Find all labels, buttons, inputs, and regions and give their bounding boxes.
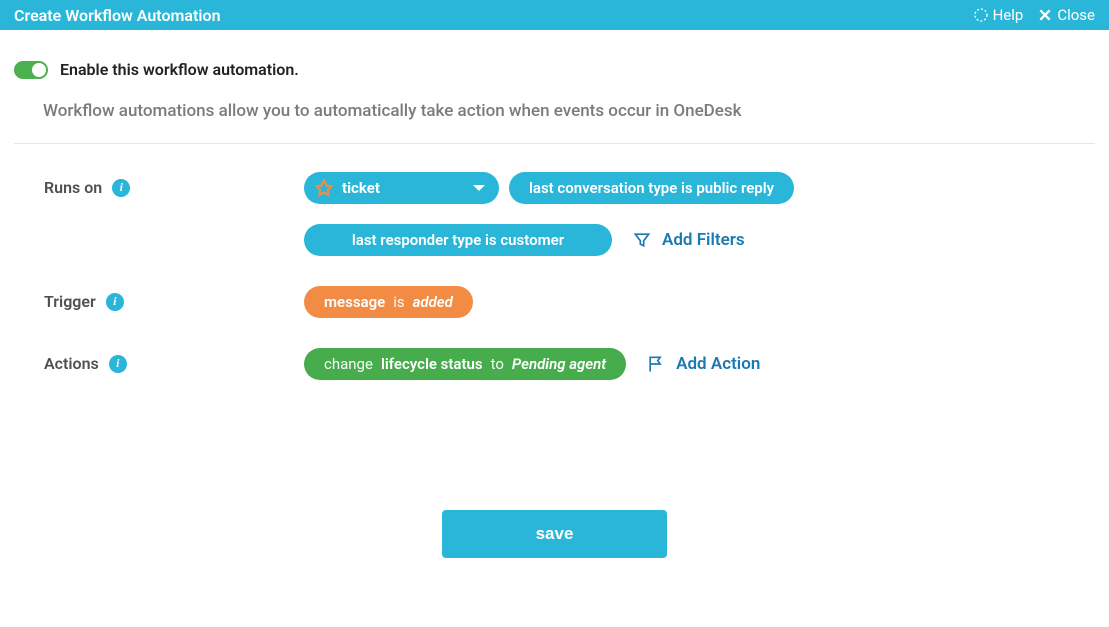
trigger-subject: message — [324, 293, 385, 311]
action-pill[interactable]: change lifecycle status to Pending agent — [304, 348, 626, 380]
runs-on-label-area: Runs on i — [14, 172, 304, 197]
filter-pill-text: last responder type is customer — [352, 231, 564, 249]
info-icon[interactable]: i — [106, 293, 124, 311]
save-area: save — [14, 510, 1095, 558]
help-icon — [973, 7, 989, 23]
actions-label: Actions — [44, 354, 99, 373]
trigger-state: added — [413, 293, 453, 311]
close-icon — [1037, 7, 1053, 23]
actions-row: Actions i change lifecycle status to Pen… — [14, 348, 1095, 380]
type-dropdown[interactable]: ticket — [304, 172, 499, 204]
enable-toggle-label: Enable this workflow automation. — [60, 60, 299, 79]
filter-icon — [632, 230, 652, 250]
action-prep: to — [491, 355, 504, 373]
divider — [14, 143, 1095, 144]
runs-on-row: Runs on i ticket last conversation type … — [14, 172, 1095, 256]
action-field: lifecycle status — [381, 355, 483, 373]
description-text: Workflow automations allow you to automa… — [43, 101, 1095, 121]
action-verb: change — [324, 355, 373, 373]
trigger-body: message is added — [304, 286, 1095, 318]
dialog-body: Enable this workflow automation. Workflo… — [0, 30, 1109, 578]
add-action-button[interactable]: Add Action — [646, 354, 760, 374]
add-filters-label: Add Filters — [662, 230, 745, 250]
add-action-label: Add Action — [676, 354, 760, 374]
info-icon[interactable]: i — [109, 355, 127, 373]
help-label: Help — [993, 6, 1024, 24]
actions-body: change lifecycle status to Pending agent… — [304, 348, 1095, 380]
enable-toggle[interactable] — [14, 61, 48, 79]
runs-on-body: ticket last conversation type is public … — [304, 172, 1095, 256]
type-dropdown-value: ticket — [342, 179, 380, 197]
filter-pill-text: last conversation type is public reply — [529, 179, 774, 197]
ticket-icon — [314, 178, 334, 198]
trigger-verb: is — [393, 293, 404, 311]
enable-toggle-row: Enable this workflow automation. — [14, 60, 1095, 79]
save-button[interactable]: save — [442, 510, 667, 558]
filter-pill-conversation-type[interactable]: last conversation type is public reply — [509, 172, 794, 204]
trigger-label: Trigger — [44, 292, 96, 311]
help-button[interactable]: Help — [973, 6, 1024, 24]
dialog-header: Create Workflow Automation Help Close — [0, 0, 1109, 30]
runs-on-label: Runs on — [44, 178, 102, 197]
flag-icon — [646, 354, 666, 374]
trigger-row: Trigger i message is added — [14, 286, 1095, 318]
action-value: Pending agent — [512, 355, 606, 373]
dialog-title: Create Workflow Automation — [14, 6, 221, 25]
trigger-pill[interactable]: message is added — [304, 286, 473, 318]
actions-label-area: Actions i — [14, 348, 304, 373]
chevron-down-icon — [473, 185, 485, 191]
add-filters-button[interactable]: Add Filters — [632, 230, 745, 250]
header-actions: Help Close — [973, 6, 1095, 24]
info-icon[interactable]: i — [112, 179, 130, 197]
close-label: Close — [1057, 6, 1095, 24]
filter-pill-responder-type[interactable]: last responder type is customer — [304, 224, 612, 256]
close-button[interactable]: Close — [1037, 6, 1095, 24]
trigger-label-area: Trigger i — [14, 286, 304, 311]
